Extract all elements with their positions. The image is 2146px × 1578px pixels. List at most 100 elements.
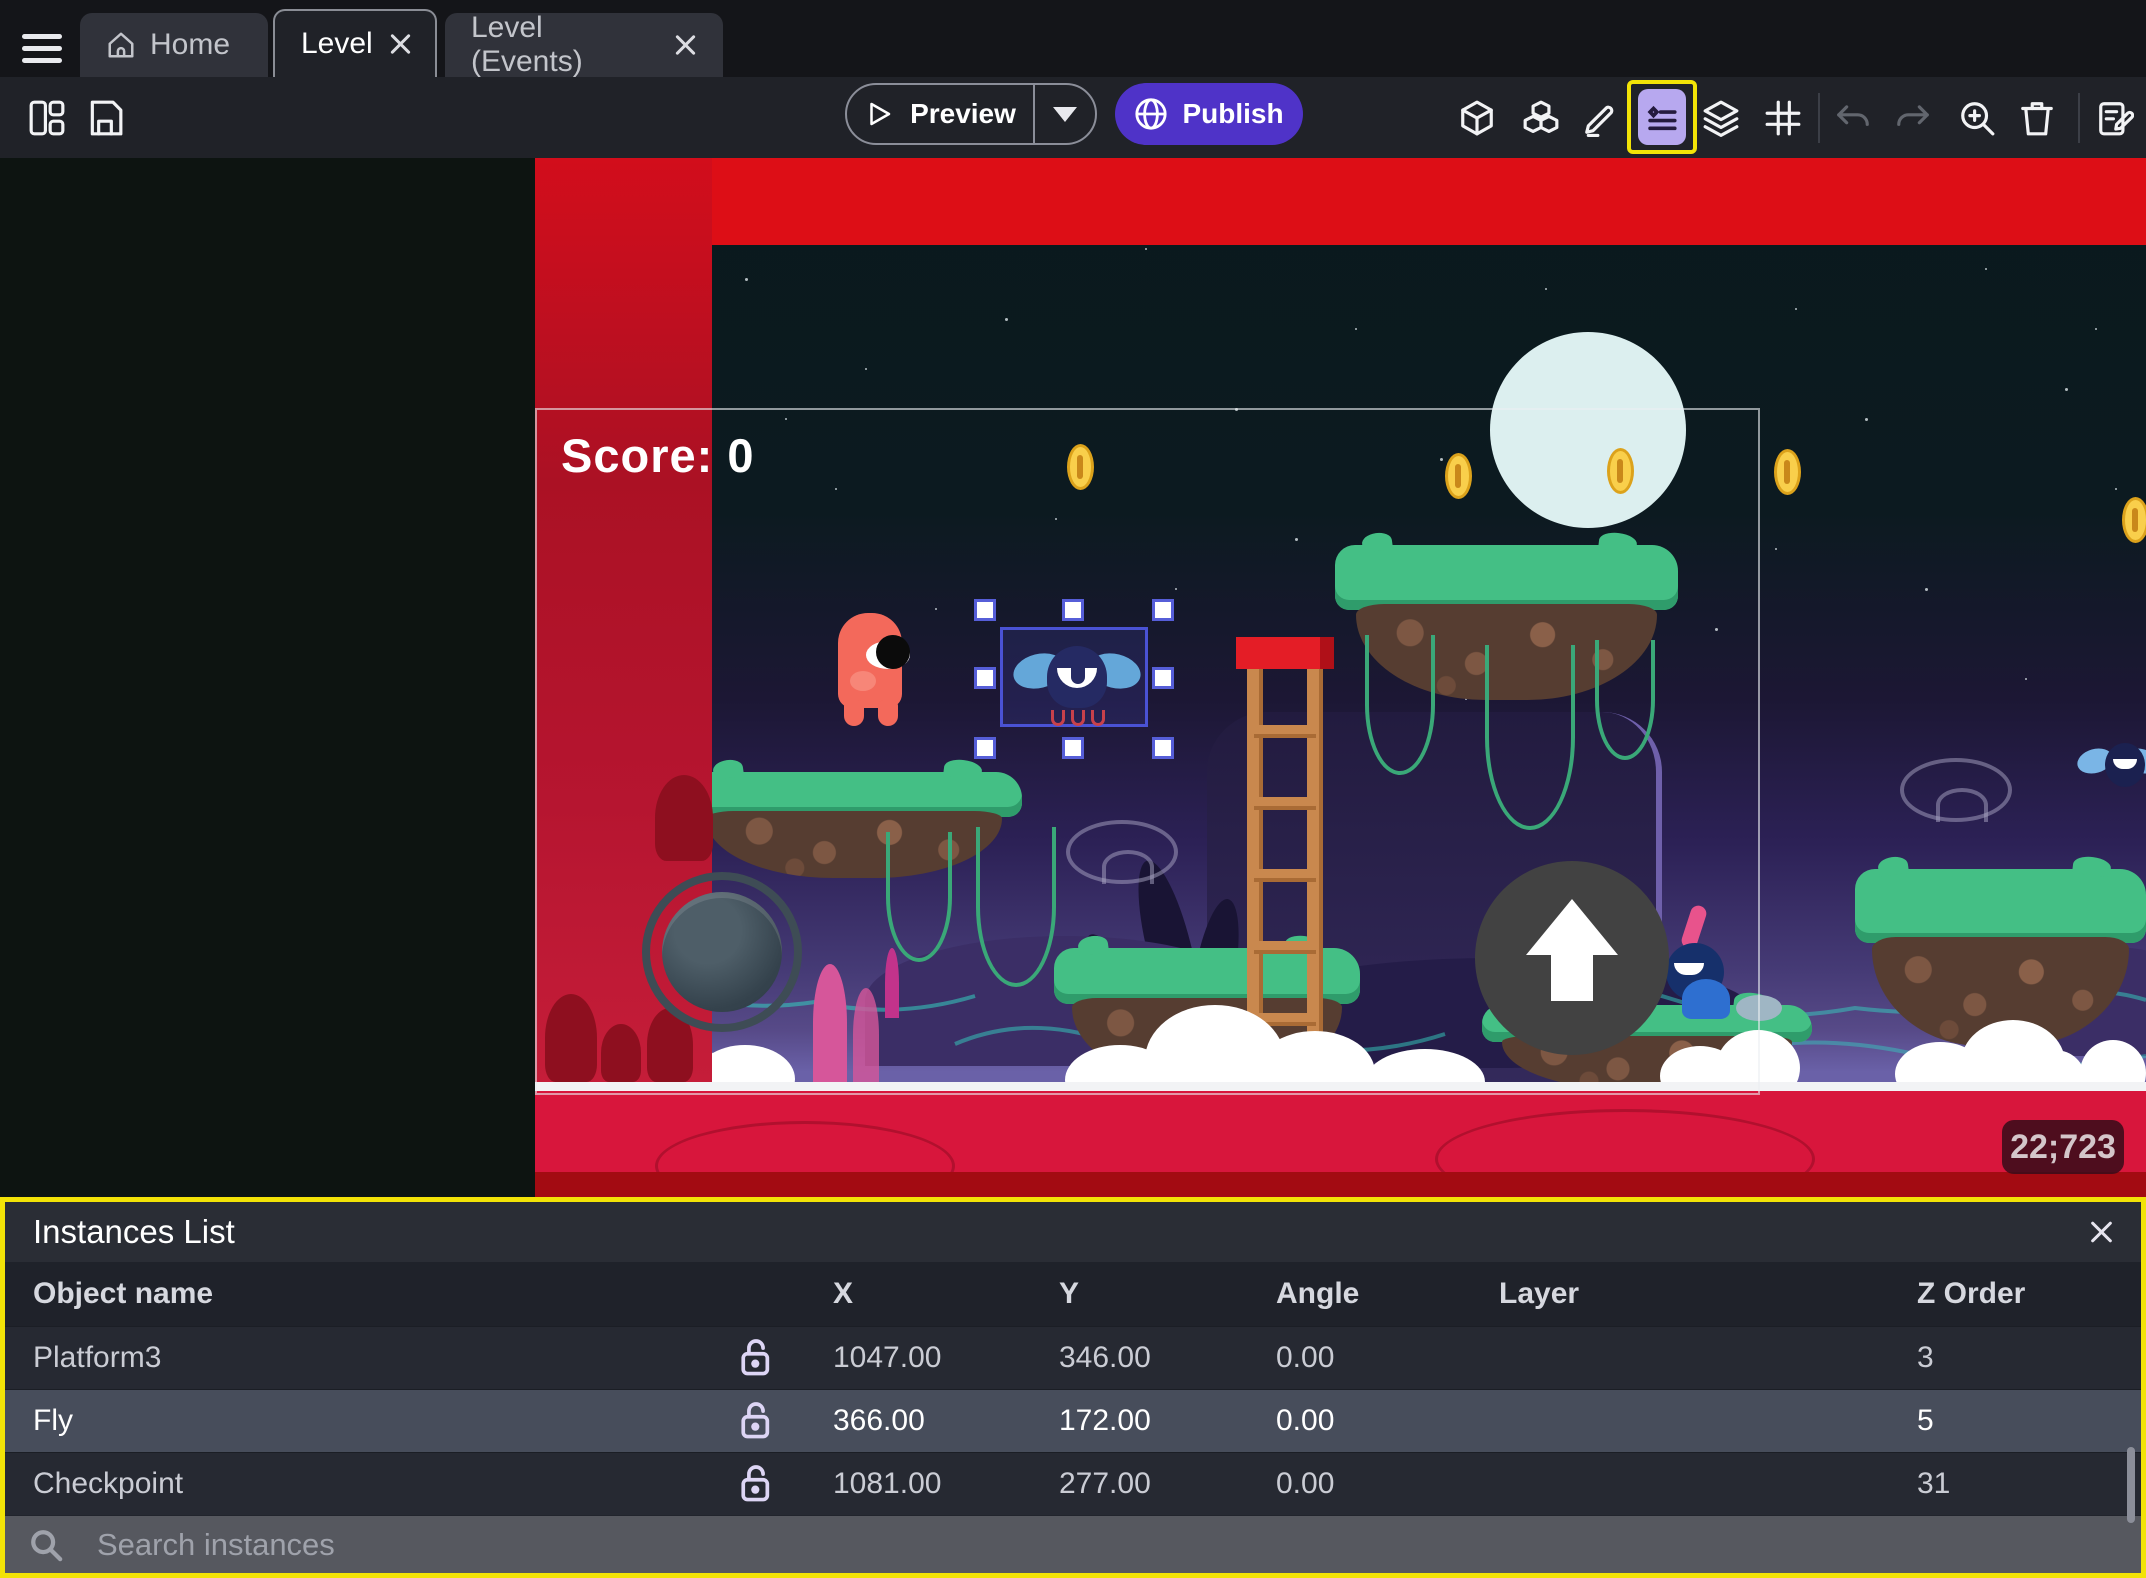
instances-list-icon-highlight bbox=[1627, 80, 1697, 154]
selection-handle[interactable] bbox=[974, 667, 996, 689]
bat-enemy-sprite[interactable] bbox=[2074, 743, 2146, 813]
coin-sprite[interactable] bbox=[1774, 449, 1801, 495]
jump-button-control[interactable] bbox=[1475, 861, 1669, 1055]
instance-y[interactable]: 172.00 bbox=[1059, 1404, 1276, 1438]
objects-list-icon[interactable] bbox=[1520, 97, 1562, 139]
unlock-icon[interactable] bbox=[739, 1464, 833, 1504]
tab-level-label: Level bbox=[301, 27, 373, 60]
coin-sprite[interactable] bbox=[2122, 497, 2146, 543]
score-text: Score: 0 bbox=[561, 429, 755, 482]
coin-sprite[interactable] bbox=[1445, 453, 1472, 499]
star bbox=[1985, 268, 1987, 270]
platform-far-right[interactable] bbox=[1855, 869, 2146, 1047]
edit-properties-icon[interactable] bbox=[2094, 97, 2136, 139]
eye-decoration bbox=[1900, 758, 2012, 822]
publish-label: Publish bbox=[1182, 98, 1284, 129]
instance-y[interactable]: 346.00 bbox=[1059, 1341, 1276, 1375]
instance-name: Checkpoint bbox=[33, 1467, 184, 1500]
selection-handle[interactable] bbox=[1152, 737, 1174, 759]
game-scene: Score: 0 22;723 bbox=[535, 158, 2146, 1197]
instance-name: Platform3 bbox=[33, 1341, 162, 1374]
search-icon bbox=[31, 1529, 63, 1561]
redo-icon[interactable] bbox=[1892, 97, 1934, 139]
star bbox=[2025, 678, 2027, 680]
selection-handle[interactable] bbox=[974, 599, 996, 621]
tab-bar: Home Level Level (Events) bbox=[0, 0, 2146, 78]
selection-handle[interactable] bbox=[1152, 599, 1174, 621]
instance-z-order[interactable]: 31 bbox=[1917, 1467, 2141, 1501]
tab-level-close-icon[interactable] bbox=[387, 31, 409, 57]
grid-icon[interactable] bbox=[1762, 97, 1804, 139]
instance-row-checkpoint[interactable]: Checkpoint 1081.00 277.00 0.00 31 bbox=[5, 1452, 2141, 1515]
instance-x[interactable]: 1047.00 bbox=[833, 1341, 1059, 1375]
red-band-top bbox=[535, 158, 2146, 245]
instance-angle[interactable]: 0.00 bbox=[1276, 1467, 1499, 1501]
coin-sprite[interactable] bbox=[1607, 448, 1634, 494]
tab-level-events-close-icon[interactable] bbox=[672, 32, 697, 58]
scene-editor-canvas[interactable]: Score: 0 22;723 bbox=[0, 158, 2146, 1197]
publish-button[interactable]: Publish bbox=[1115, 83, 1303, 145]
ground-red bbox=[535, 1091, 2146, 1197]
tab-home[interactable]: Home bbox=[80, 13, 268, 77]
selection-handle[interactable] bbox=[1062, 599, 1084, 621]
instance-x[interactable]: 366.00 bbox=[833, 1404, 1059, 1438]
instance-row-fly[interactable]: Fly 366.00 172.00 0.00 5 bbox=[5, 1389, 2141, 1452]
col-y: Y bbox=[1059, 1277, 1080, 1310]
undo-icon[interactable] bbox=[1832, 97, 1874, 139]
star bbox=[1925, 588, 1928, 591]
star bbox=[865, 368, 867, 370]
delete-trash-icon[interactable] bbox=[2016, 97, 2058, 139]
instance-angle[interactable]: 0.00 bbox=[1276, 1404, 1499, 1438]
zoom-in-icon[interactable] bbox=[1956, 97, 1998, 139]
unlock-icon[interactable] bbox=[739, 1338, 833, 1378]
preview-dropdown-button[interactable] bbox=[1033, 85, 1095, 143]
selection-handle[interactable] bbox=[1152, 667, 1174, 689]
edit-pencil-icon[interactable] bbox=[1580, 97, 1622, 139]
preview-button[interactable]: Preview bbox=[845, 83, 1097, 145]
instance-z-order[interactable]: 3 bbox=[1917, 1341, 2141, 1375]
selection-handle[interactable] bbox=[974, 737, 996, 759]
coin-sprite[interactable] bbox=[1067, 444, 1094, 490]
instance-angle[interactable]: 0.00 bbox=[1276, 1341, 1499, 1375]
unlock-icon[interactable] bbox=[739, 1401, 833, 1441]
fly-selection-rect[interactable] bbox=[1000, 627, 1148, 727]
search-instances-input[interactable] bbox=[95, 1525, 1995, 1564]
star bbox=[1005, 318, 1008, 321]
star bbox=[1355, 328, 1357, 330]
star bbox=[2095, 328, 2097, 330]
col-angle: Angle bbox=[1276, 1277, 1360, 1310]
player-sprite[interactable] bbox=[838, 613, 910, 726]
object-3d-icon[interactable] bbox=[1456, 97, 1498, 139]
tab-level-events-label: Level (Events) bbox=[471, 11, 583, 78]
instances-list-icon[interactable] bbox=[1638, 89, 1686, 145]
star bbox=[2115, 488, 2117, 490]
instance-y[interactable]: 277.00 bbox=[1059, 1467, 1276, 1501]
selection-handle[interactable] bbox=[1062, 737, 1084, 759]
instance-z-order[interactable]: 5 bbox=[1917, 1404, 2141, 1438]
star bbox=[1795, 308, 1797, 310]
star bbox=[1145, 248, 1147, 250]
col-layer: Layer bbox=[1499, 1277, 1580, 1310]
instance-row-platform3[interactable]: Platform3 1047.00 346.00 0.00 3 bbox=[5, 1326, 2141, 1389]
col-z-order: Z Order bbox=[1917, 1277, 2026, 1310]
search-instances-bar bbox=[5, 1516, 2141, 1573]
panel-close-icon[interactable] bbox=[2087, 1218, 2115, 1246]
instance-x[interactable]: 1081.00 bbox=[833, 1467, 1059, 1501]
toolbar-divider bbox=[2078, 93, 2080, 143]
save-icon[interactable] bbox=[84, 97, 126, 139]
star bbox=[1865, 418, 1868, 421]
home-icon bbox=[108, 32, 134, 58]
layout-panels-icon[interactable] bbox=[26, 97, 68, 139]
layers-icon[interactable] bbox=[1700, 97, 1742, 139]
star bbox=[1775, 548, 1777, 550]
hamburger-menu-icon[interactable] bbox=[22, 34, 62, 64]
fly-enemy-sprite[interactable] bbox=[1009, 646, 1145, 726]
instances-list-header: Instances List bbox=[5, 1202, 2141, 1262]
star bbox=[745, 278, 748, 281]
joystick-control[interactable] bbox=[642, 872, 802, 1032]
col-object-name: Object name bbox=[33, 1277, 214, 1310]
tab-level-events[interactable]: Level (Events) bbox=[445, 11, 723, 78]
up-arrow-icon bbox=[1526, 899, 1618, 955]
tab-level[interactable]: Level bbox=[273, 9, 437, 77]
panel-scrollbar[interactable] bbox=[2127, 1447, 2135, 1523]
